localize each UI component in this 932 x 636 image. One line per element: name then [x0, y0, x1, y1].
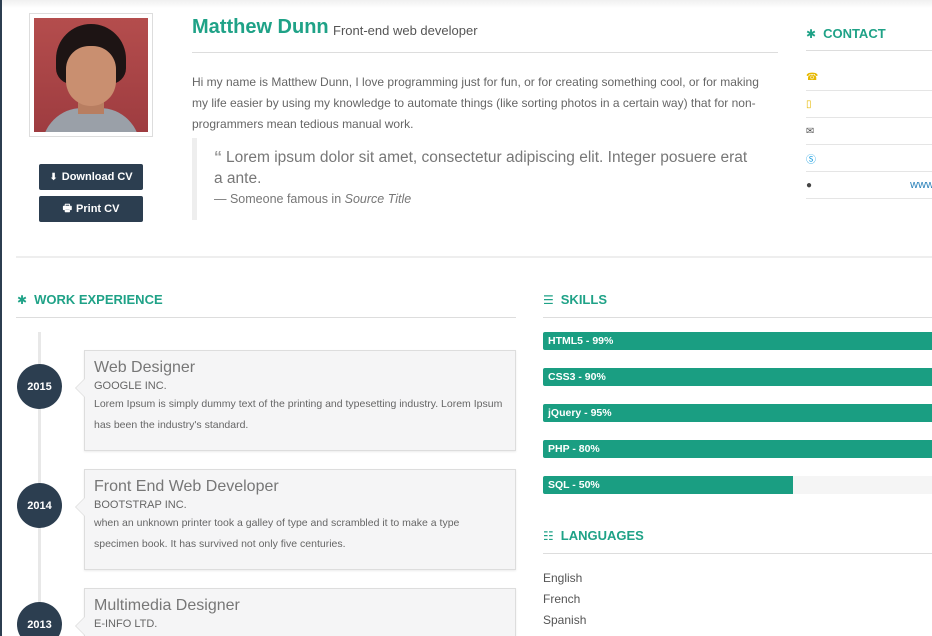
languages-divider	[543, 553, 932, 554]
quote-source-line: — Someone famous in Source Title	[214, 192, 752, 206]
skills-divider	[543, 317, 932, 318]
job-description: Lorem Ipsum is simply dummy text of the …	[94, 398, 503, 431]
contact-row-mobile: ▯	[806, 91, 932, 118]
globe-icon: ●	[806, 179, 813, 191]
job-company: BOOTSTRAP INC.	[94, 499, 187, 511]
quote-author: — Someone famous in	[214, 192, 345, 206]
puzzle-icon: ✱	[17, 292, 28, 307]
language-item: French	[543, 592, 581, 606]
work-divider	[16, 317, 516, 318]
download-cv-button[interactable]: ⬇ Download CV	[39, 164, 143, 190]
timeline-year: 2013	[17, 602, 62, 636]
phone-icon: ☎	[806, 71, 819, 83]
quote-text: Lorem ipsum dolor sit amet, consectetur …	[214, 149, 748, 187]
job-title: Front End Web Developer	[94, 478, 279, 495]
contact-row-email: ✉	[806, 118, 932, 145]
mobile-icon: ▯	[806, 98, 812, 110]
section-divider	[16, 256, 932, 258]
job-card: Front End Web Developer BOOTSTRAP INC. w…	[75, 469, 516, 570]
skills-title: ☰ SKILLS	[543, 292, 607, 307]
print-icon: 🖶	[62, 202, 73, 214]
job-company: GOOGLE INC.	[94, 380, 167, 392]
job-company: E-INFO LTD.	[94, 618, 158, 630]
resume-page: ⬇ Download CV 🖶 Print CV Matthew Dunn Fr…	[0, 0, 932, 636]
languages-title: ☷ LANGUAGES	[543, 528, 644, 543]
skill-bar: CSS3 - 90%	[543, 368, 932, 386]
language-icon: ☷	[543, 528, 554, 543]
header-divider	[192, 52, 778, 53]
job-title: Web Designer	[94, 359, 196, 376]
profile-photo-frame	[29, 13, 153, 137]
quote-source-title: Source Title	[344, 192, 412, 206]
job-card: Multimedia Designer E-INFO LTD.	[75, 588, 516, 636]
skill-bar-fill: PHP - 80%	[543, 440, 932, 458]
skills-title-label: SKILLS	[560, 292, 607, 307]
work-experience-title-label: WORK EXPERIENCE	[34, 292, 163, 307]
language-item: Spanish	[543, 613, 587, 627]
skill-bar-fill: HTML5 - 99%	[543, 332, 932, 350]
contact-divider	[806, 50, 932, 51]
timeline-year: 2015	[17, 364, 62, 409]
contact-website-link[interactable]: www	[910, 179, 932, 191]
skill-bar: PHP - 80%	[543, 440, 932, 458]
skill-bar: jQuery - 95%	[543, 404, 932, 422]
work-experience-title: ✱ WORK EXPERIENCE	[17, 292, 163, 307]
contact-title: ✱ CONTACT	[806, 26, 886, 41]
contact-row-website: ● www	[806, 172, 932, 199]
skill-bar-fill: jQuery - 95%	[543, 404, 932, 422]
about-text: Hi my name is Matthew Dunn, I love progr…	[192, 75, 759, 131]
puzzle-icon: ✱	[806, 26, 817, 41]
contact-row-skype: Ⓢ	[806, 145, 932, 172]
contact-row-phone: ☎	[806, 64, 932, 91]
list-icon: ☰	[543, 292, 554, 307]
skill-bar-fill: CSS3 - 90%	[543, 368, 932, 386]
download-icon: ⬇	[49, 171, 58, 183]
skill-bar-fill: SQL - 50%	[543, 476, 793, 494]
envelope-icon: ✉	[806, 125, 815, 137]
top-shadow	[2, 0, 932, 8]
job-description: when an unknown printer took a galley of…	[94, 517, 460, 550]
timeline-year: 2014	[17, 483, 62, 528]
language-item: English	[543, 571, 583, 585]
profile-photo	[34, 18, 148, 132]
job-card: Web Designer GOOGLE INC. Lorem Ipsum is …	[75, 350, 516, 451]
profile-name: Matthew Dunn	[192, 16, 329, 38]
skype-icon: Ⓢ	[806, 154, 816, 166]
job-title: Multimedia Designer	[94, 597, 240, 614]
profile-role: Front-end web developer	[333, 23, 478, 38]
quote-icon: “	[214, 149, 222, 166]
download-cv-label: Download CV	[61, 171, 133, 183]
languages-title-label: LANGUAGES	[560, 528, 644, 543]
print-cv-label: Print CV	[76, 203, 120, 215]
quote-text-line: “Lorem ipsum dolor sit amet, consectetur…	[214, 147, 752, 189]
quote-block: “Lorem ipsum dolor sit amet, consectetur…	[192, 138, 752, 220]
print-cv-button[interactable]: 🖶 Print CV	[39, 196, 143, 222]
contact-title-label: CONTACT	[823, 26, 886, 41]
skill-bar: SQL - 50%	[543, 476, 932, 494]
skill-bar: HTML5 - 99%	[543, 332, 932, 350]
